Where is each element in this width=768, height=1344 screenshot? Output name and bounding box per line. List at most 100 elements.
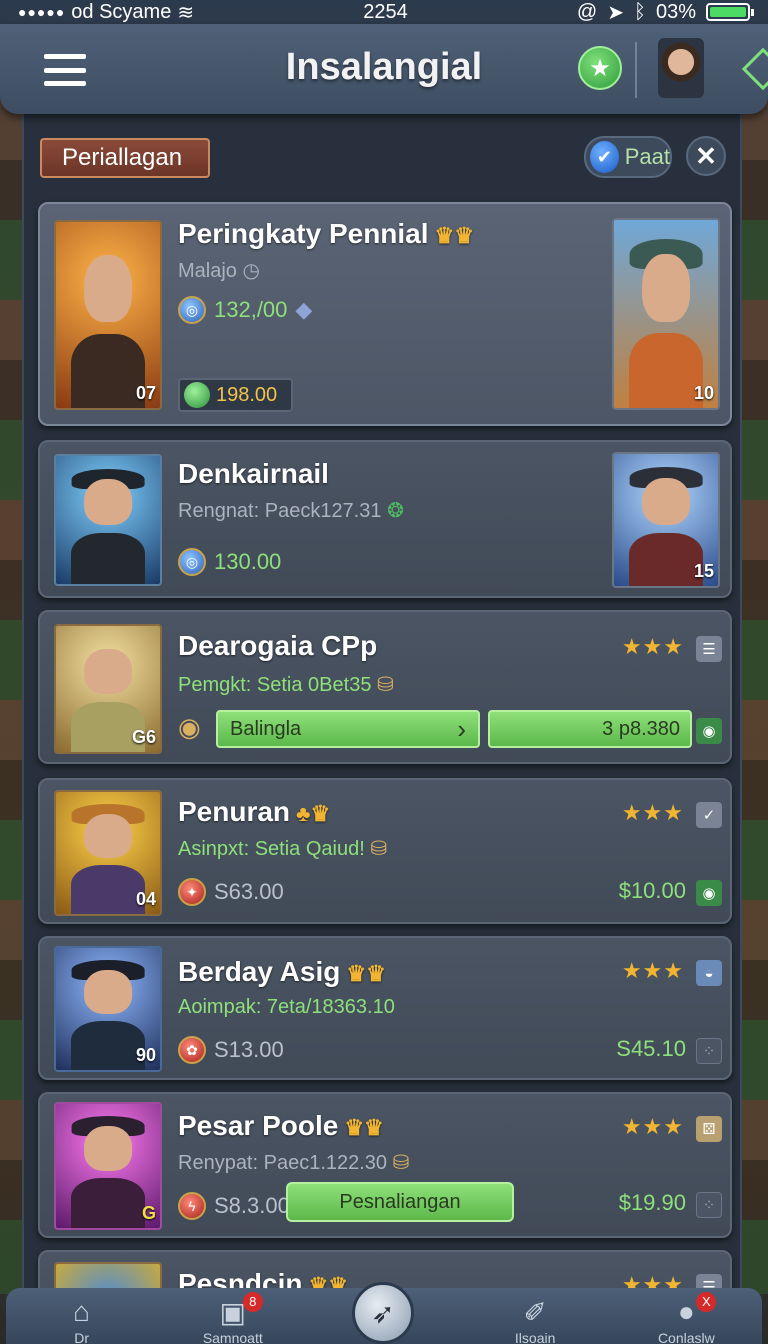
level-number: G: [141, 1203, 156, 1223]
card-title: Pesar Poole ♛♛: [178, 1110, 384, 1141]
price-badge[interactable]: 198.00: [178, 378, 294, 412]
hero-portrait: 90: [54, 946, 162, 1072]
check-icon: ✔: [590, 141, 619, 173]
notification-badge: 8: [242, 1292, 263, 1312]
card-subtitle: Pemgkt: Setia 0Bet35 ⛁: [178, 674, 394, 696]
clock-icon: ◷: [242, 260, 260, 282]
chevron-right-icon: ›: [457, 713, 466, 744]
rating-stars: ★★★: [621, 634, 684, 659]
rating-stars: ★★★: [621, 1114, 684, 1139]
grid-icon[interactable]: ⁘: [696, 1038, 722, 1064]
emerald-button[interactable]: ◉: [696, 880, 722, 906]
coin-icon: ◎: [178, 296, 206, 324]
gem-coin-icon: ✿: [178, 1036, 206, 1064]
price-value: $19.90: [618, 1190, 686, 1215]
at-icon: @: [576, 0, 598, 23]
category-filter-button[interactable]: Periallagan: [40, 138, 210, 178]
nav-quests[interactable]: ✐ Ilsoain: [475, 1296, 595, 1344]
app-header: Insalangial ★: [0, 24, 768, 114]
level-number: 04: [135, 889, 156, 909]
card-subtitle: Renypat: Paec1.122.30 ⛁: [178, 1152, 410, 1174]
card-subtitle: Aoimpak: 7eta/18363.10: [178, 996, 395, 1018]
level-number: 15: [693, 561, 714, 581]
paat-toggle-button[interactable]: ✔ Paat: [584, 136, 672, 178]
emerald-button[interactable]: ◉: [696, 718, 722, 744]
hero-portrait: [54, 454, 162, 586]
level-number: 07: [135, 383, 156, 403]
wifi-icon: ≋: [177, 1, 195, 24]
crown-icon: ♛♛: [346, 961, 386, 986]
stat-row: ✿ S13.00: [178, 1036, 284, 1064]
paat-label: Paat: [624, 144, 670, 169]
crown-icon: ♛♛: [434, 223, 474, 248]
grid-icon[interactable]: ⁘: [696, 1192, 722, 1218]
signal-strength-icon: ●●●●●: [18, 4, 66, 20]
stat-row: ϟ S8.3.00: [178, 1192, 290, 1220]
rating-stars: ★★★: [621, 800, 684, 825]
fire-coin-icon: ϟ: [178, 1192, 206, 1220]
cards-icon: ▣: [219, 1297, 247, 1328]
stat-row: ◎ 130.00: [178, 548, 281, 576]
page-title: Insalangial: [285, 46, 483, 88]
status-bar: ●●●●● od Scyame ≋ 2254 @ ➤ ᛒ 03%: [0, 0, 768, 24]
level-number: G6: [131, 727, 156, 747]
list-item[interactable]: G Pesar Poole ♛♛ Renypat: Paec1.122.30 ⛁ …: [38, 1092, 732, 1238]
stat-row: ◎ 132,/00 ◆: [178, 296, 312, 324]
treasure-icon: ⛁: [377, 674, 394, 696]
card-title: Dearogaia CPp: [178, 630, 378, 661]
nav-profile[interactable]: ● X Conlaslw: [626, 1292, 746, 1344]
crown-icon: ♣♛: [296, 801, 331, 826]
nav-cards[interactable]: ▣ 8 Samnoatt: [173, 1292, 293, 1344]
dice-icon[interactable]: ⚄: [696, 1116, 722, 1142]
crown-icon: ♛♛: [344, 1115, 384, 1140]
battery-icon: [706, 3, 754, 21]
clock: 2254: [363, 0, 408, 23]
value-bar: 3 p8.380: [488, 710, 692, 748]
hero-portrait: G6: [54, 624, 162, 754]
hero-portrait: 07: [54, 220, 162, 410]
avatar[interactable]: [658, 38, 704, 98]
feather-icon: ✐: [523, 1297, 547, 1328]
level-number: 10: [693, 383, 714, 403]
coin-icon: ◎: [178, 548, 206, 576]
hero-portrait: G: [54, 1102, 162, 1230]
card-subtitle: Malajo ◷: [178, 260, 260, 282]
home-icon: ⌂: [73, 1296, 91, 1327]
treasure-icon: ⛁: [370, 838, 388, 860]
companion-portrait: 10: [612, 218, 720, 410]
list-item[interactable]: 90 Berday Asig ♛♛ Aoimpak: 7eta/18363.10 …: [38, 936, 732, 1080]
card-subtitle: Asinpxt: Setia Qaiud! ⛁: [178, 838, 388, 860]
star-icon[interactable]: ★: [578, 46, 622, 90]
user-icon: ●: [677, 1296, 695, 1327]
companion-portrait: 15: [612, 452, 720, 588]
carrier-name: od Scyame: [71, 0, 172, 23]
card-title: Peringkaty Pennial ♛♛: [178, 218, 474, 249]
stat-row: ✦ S63.00: [178, 878, 284, 906]
level-number: 90: [135, 1045, 156, 1065]
list-item[interactable]: Denkairnail Rengnat: Paeck127.31 ❂ ◎ 130…: [38, 440, 732, 598]
list-icon[interactable]: ☰: [696, 636, 722, 662]
fire-coin-icon: ✦: [178, 878, 206, 906]
balingla-bar[interactable]: Balingla ›: [216, 710, 480, 748]
emerald-icon: ❂: [387, 500, 404, 522]
nav-home[interactable]: ⌂ Dr: [22, 1296, 142, 1344]
battery-percent: 03%: [655, 0, 696, 23]
checkmark-icon[interactable]: ✓: [696, 802, 722, 828]
location-icon: ➤: [607, 1, 624, 24]
treasure-icon: ⛁: [392, 1152, 410, 1174]
list-item[interactable]: 04 Penuran ♣♛ Asinpxt: Setia Qaiud! ⛁ ✦ S…: [38, 778, 732, 924]
list-item[interactable]: 07 Peringkaty Pennial ♛♛ Malajo ◷ ◎ 132,/…: [38, 202, 732, 426]
bluetooth-icon: ᛒ: [633, 0, 646, 23]
card-subtitle: Rengnat: Paeck127.31 ❂: [178, 500, 404, 522]
emerald-icon: [184, 382, 210, 408]
hero-portrait: 04: [54, 790, 162, 916]
pesnaliangan-button[interactable]: Pesnaliangan: [286, 1182, 514, 1222]
card-title: Penuran ♣♛: [178, 796, 331, 827]
card-title: Berday Asig ♛♛: [178, 956, 386, 987]
potion-icon[interactable]: ◒: [696, 960, 722, 986]
close-icon[interactable]: ✕: [686, 136, 726, 176]
price-value: $10.00: [618, 878, 686, 903]
list-item[interactable]: G6 Dearogaia CPp Pemgkt: Setia 0Bet35 ⛁ …: [38, 610, 732, 764]
compass-icon[interactable]: ➶: [352, 1282, 414, 1344]
price-value: S45.10: [616, 1036, 686, 1061]
